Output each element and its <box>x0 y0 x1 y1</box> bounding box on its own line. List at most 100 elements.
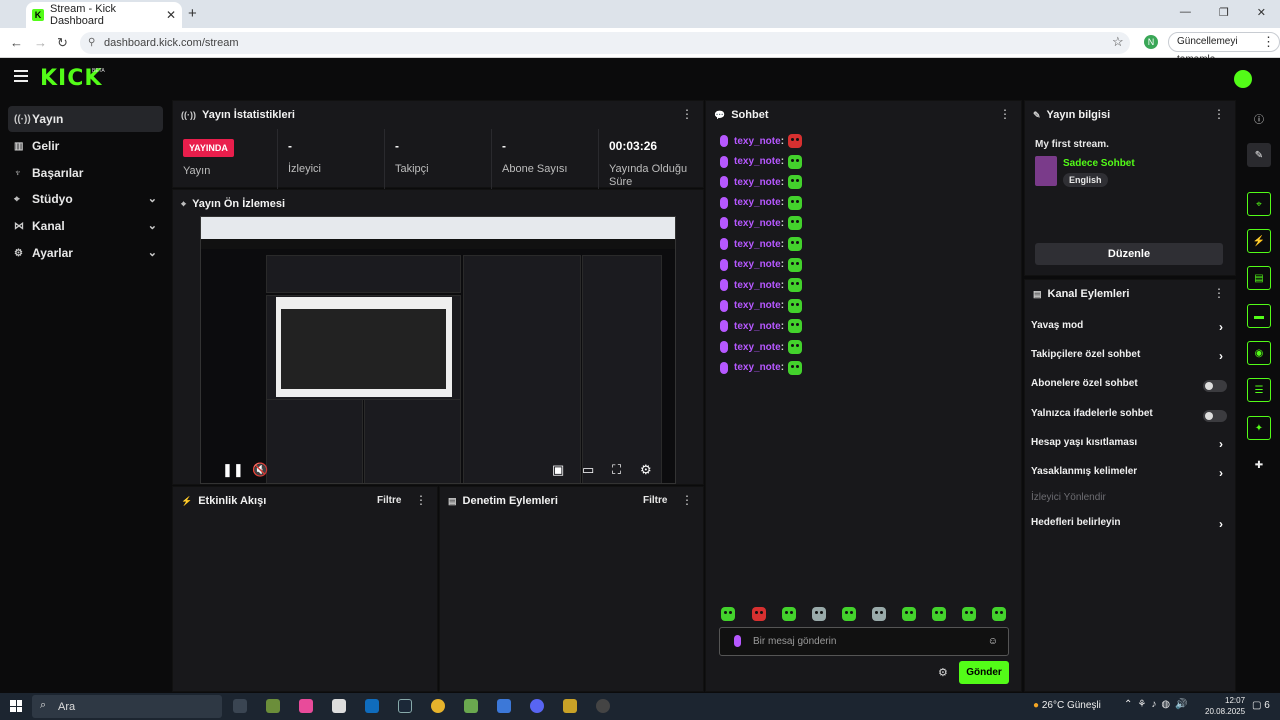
browser-tab[interactable]: K Stream - Kick Dashboard ✕ <box>26 2 182 28</box>
emote-icon[interactable] <box>962 607 976 621</box>
emote-icon[interactable] <box>812 607 826 621</box>
stream-preview-video[interactable] <box>200 216 676 484</box>
sidebar-item-yayin[interactable]: ((·)) Yayın <box>8 106 163 132</box>
chat-settings-icon[interactable]: ⚙ <box>938 666 948 679</box>
taskbar-search[interactable]: ⌕ Ara <box>32 695 222 718</box>
menu-icon[interactable] <box>14 70 28 85</box>
chat-username[interactable]: texy_note <box>734 197 781 208</box>
emoji-icon[interactable]: ☺ <box>988 636 998 647</box>
close-tab-icon[interactable]: ✕ <box>166 8 176 22</box>
more-options-icon[interactable]: ⋮ <box>681 494 693 506</box>
store-icon[interactable] <box>332 699 346 713</box>
add-widget-icon[interactable]: ✚ <box>1247 453 1271 477</box>
user-avatar[interactable] <box>1234 70 1252 88</box>
chat-icon[interactable]: ▬ <box>1247 304 1271 328</box>
url-field[interactable]: ⚲ dashboard.kick.com/stream <box>80 32 1130 54</box>
emote-icon[interactable] <box>992 607 1006 621</box>
new-tab-icon[interactable]: + <box>188 5 197 22</box>
channel-action-item[interactable]: Abonelere özel sohbet <box>1031 378 1227 396</box>
site-info-icon[interactable]: ⚲ <box>88 32 95 54</box>
more-options-icon[interactable]: ⋮ <box>415 494 427 506</box>
minecraft-icon[interactable] <box>266 699 280 713</box>
pause-icon[interactable]: ❚❚ <box>222 462 244 478</box>
reload-icon[interactable]: ↻ <box>57 35 68 51</box>
channel-action-item[interactable]: Hesap yaşı kısıtlaması › <box>1031 437 1227 455</box>
channel-action-item[interactable]: Yavaş mod › <box>1031 320 1227 338</box>
edit-button[interactable]: Düzenle <box>1035 243 1223 265</box>
chat-username[interactable]: texy_note <box>734 156 781 167</box>
preview-toggle-icon[interactable]: ⌖ <box>1247 192 1271 216</box>
emote-icon[interactable] <box>932 607 946 621</box>
clip-icon[interactable]: ▣ <box>552 462 564 478</box>
steam-icon[interactable] <box>398 699 412 713</box>
moderation-icon[interactable]: ▤ <box>1247 266 1271 290</box>
emote-icon[interactable] <box>752 607 766 621</box>
lightning-icon[interactable]: ⚡ <box>1247 229 1271 253</box>
pencil-icon[interactable]: ✎ <box>1247 143 1271 167</box>
more-options-icon[interactable]: ⋮ <box>1213 108 1225 120</box>
emote-icon[interactable] <box>842 607 856 621</box>
filter-button[interactable]: Filtre <box>643 495 667 506</box>
wrench-icon[interactable]: ✦ <box>1247 416 1271 440</box>
info-icon[interactable]: ⓘ <box>1247 106 1271 130</box>
chat-input[interactable]: Bir mesaj gönderin ☺ <box>719 627 1009 656</box>
clock[interactable]: 12:07 20.08.2025 <box>1205 695 1245 717</box>
back-icon[interactable]: ← <box>10 35 23 50</box>
copilot-icon[interactable] <box>299 699 313 713</box>
emote-icon[interactable] <box>782 607 796 621</box>
chat-username[interactable]: texy_note <box>734 362 781 373</box>
channel-action-item[interactable]: Hedefleri belirleyin › <box>1031 517 1227 535</box>
toggle-switch[interactable] <box>1203 410 1227 422</box>
chat-username[interactable]: texy_note <box>734 259 781 270</box>
category-name[interactable]: Sadece Sohbet <box>1063 158 1135 169</box>
emote-icon[interactable] <box>721 607 735 621</box>
emote-icon[interactable] <box>872 607 886 621</box>
chat-username[interactable]: texy_note <box>734 177 781 188</box>
sidebar-item-gelir[interactable]: ▥ Gelir <box>8 133 163 159</box>
send-button[interactable]: Gönder <box>959 661 1009 684</box>
chat-username[interactable]: texy_note <box>734 218 781 229</box>
chat-username[interactable]: texy_note <box>734 300 781 311</box>
emote-icon[interactable] <box>902 607 916 621</box>
theater-icon[interactable]: ▭ <box>582 462 594 478</box>
channel-action-item[interactable]: Takipçilere özel sohbet › <box>1031 349 1227 367</box>
discord-icon[interactable] <box>530 699 544 713</box>
notification-icon[interactable]: ▢ 6 <box>1252 700 1270 711</box>
obs-icon[interactable] <box>596 699 610 713</box>
weather-widget[interactable]: ● 26°C Güneşli <box>1033 700 1101 711</box>
chat-username[interactable]: texy_note <box>734 321 781 332</box>
sidebar-item-kanal[interactable]: ⋈ Kanal ⌄ <box>8 213 163 239</box>
chat-username[interactable]: texy_note <box>734 280 781 291</box>
more-options-icon[interactable]: ⋮ <box>681 108 693 120</box>
sidebar-item-ayarlar[interactable]: ⚙ Ayarlar ⌄ <box>8 240 163 266</box>
chat-username[interactable]: texy_note <box>734 342 781 353</box>
channel-actions-icon[interactable]: ☰ <box>1247 378 1271 402</box>
task-view-icon[interactable] <box>233 699 247 713</box>
more-options-icon[interactable]: ⋮ <box>999 108 1011 120</box>
app-icon[interactable] <box>563 699 577 713</box>
bookmark-star-icon[interactable]: ☆ <box>1112 34 1124 50</box>
more-options-icon[interactable]: ⋮ <box>1213 287 1225 299</box>
chrome-icon[interactable] <box>431 699 445 713</box>
mute-icon[interactable]: 🔇 <box>252 462 268 478</box>
channel-action-item[interactable]: Yasaklanmış kelimeler › <box>1031 466 1227 484</box>
windows-start-icon[interactable] <box>10 700 22 712</box>
toggle-switch[interactable] <box>1203 380 1227 392</box>
close-window-icon[interactable]: ✕ <box>1257 6 1266 19</box>
sidebar-item-basarilar[interactable]: ♆ Başarılar <box>8 160 163 186</box>
minimize-icon[interactable]: — <box>1180 6 1191 19</box>
app-icon[interactable] <box>464 699 478 713</box>
system-tray[interactable]: ⌃⚘♪◍🔊 <box>1124 699 1193 710</box>
channel-action-item[interactable]: Yalnızca ifadelerle sohbet <box>1031 408 1227 426</box>
app-icon[interactable] <box>497 699 511 713</box>
sidebar-item-studyo[interactable]: ⌖ Stüdyo ⌄ <box>8 186 163 212</box>
outlook-icon[interactable] <box>365 699 379 713</box>
chat-username[interactable]: texy_note <box>734 136 781 147</box>
browser-menu-icon[interactable]: ⋮ <box>1262 34 1275 50</box>
filter-button[interactable]: Filtre <box>377 495 401 506</box>
fullscreen-icon[interactable]: ⛶ <box>612 462 621 478</box>
settings-icon[interactable]: ⚙ <box>640 462 652 478</box>
broadcast-icon[interactable]: ◉ <box>1247 341 1271 365</box>
chat-username[interactable]: texy_note <box>734 239 781 250</box>
maximize-icon[interactable]: ❐ <box>1219 6 1229 19</box>
